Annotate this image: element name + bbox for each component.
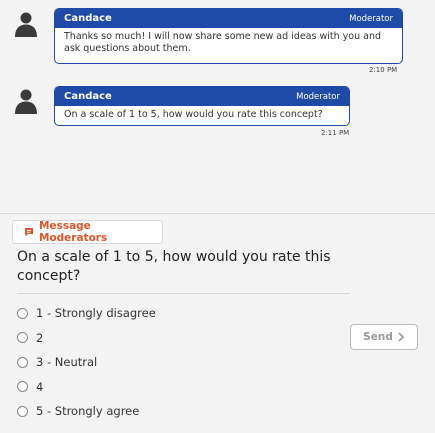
sender-role: Moderator xyxy=(349,13,393,24)
message-header: Candace Moderator xyxy=(55,87,349,106)
radio-button[interactable] xyxy=(17,307,28,319)
radio-button[interactable] xyxy=(17,332,28,344)
message-timestamp: 2:11 PM xyxy=(321,129,350,137)
send-label: Send xyxy=(363,331,393,343)
option-label: 3 - Neutral xyxy=(36,355,98,370)
option-label: 2 xyxy=(36,330,44,345)
survey-question: On a scale of 1 to 5, how would you rate… xyxy=(17,249,331,284)
message-text: Thanks so much! I will now share some ne… xyxy=(64,31,382,54)
user-avatar-icon xyxy=(12,10,40,38)
sender-name: Candace xyxy=(64,13,112,24)
question-divider xyxy=(17,293,350,294)
option-label: 4 xyxy=(36,379,44,394)
chevron-right-icon xyxy=(397,332,405,342)
panel-divider xyxy=(0,213,435,214)
send-button[interactable]: Send xyxy=(350,324,418,350)
sender-role: Moderator xyxy=(296,91,340,102)
message-moderators-label: Message Moderators xyxy=(39,220,108,244)
rating-option[interactable]: 4 xyxy=(17,375,156,400)
message-bubble: Candace Moderator Thanks so much! I will… xyxy=(54,8,403,64)
rating-option[interactable]: 5 - Strongly agree xyxy=(17,399,156,424)
rating-option[interactable]: 2 xyxy=(17,326,156,351)
option-label: 1 - Strongly disagree xyxy=(36,306,156,321)
radio-button[interactable] xyxy=(17,356,28,368)
chat-transcript: Candace Moderator Thanks so much! I will… xyxy=(0,0,435,214)
message-moderators-button[interactable]: Message Moderators xyxy=(12,220,163,244)
message-text: On a scale of 1 to 5, how would you rate… xyxy=(64,109,323,120)
message-bubble: Candace Moderator On a scale of 1 to 5, … xyxy=(54,86,350,126)
option-label: 5 - Strongly agree xyxy=(36,404,140,419)
chat-bubble-icon xyxy=(24,227,34,237)
rating-option[interactable]: 3 - Neutral xyxy=(17,350,156,375)
sender-name: Candace xyxy=(64,91,112,102)
rating-options: 1 - Strongly disagree 2 3 - Neutral 4 5 … xyxy=(17,301,156,424)
rating-option[interactable]: 1 - Strongly disagree xyxy=(17,301,156,326)
message-timestamp: 2:10 PM xyxy=(369,66,398,74)
radio-button[interactable] xyxy=(17,381,28,393)
message-header: Candace Moderator xyxy=(55,9,402,28)
radio-button[interactable] xyxy=(17,405,28,417)
user-avatar-icon xyxy=(12,87,40,115)
